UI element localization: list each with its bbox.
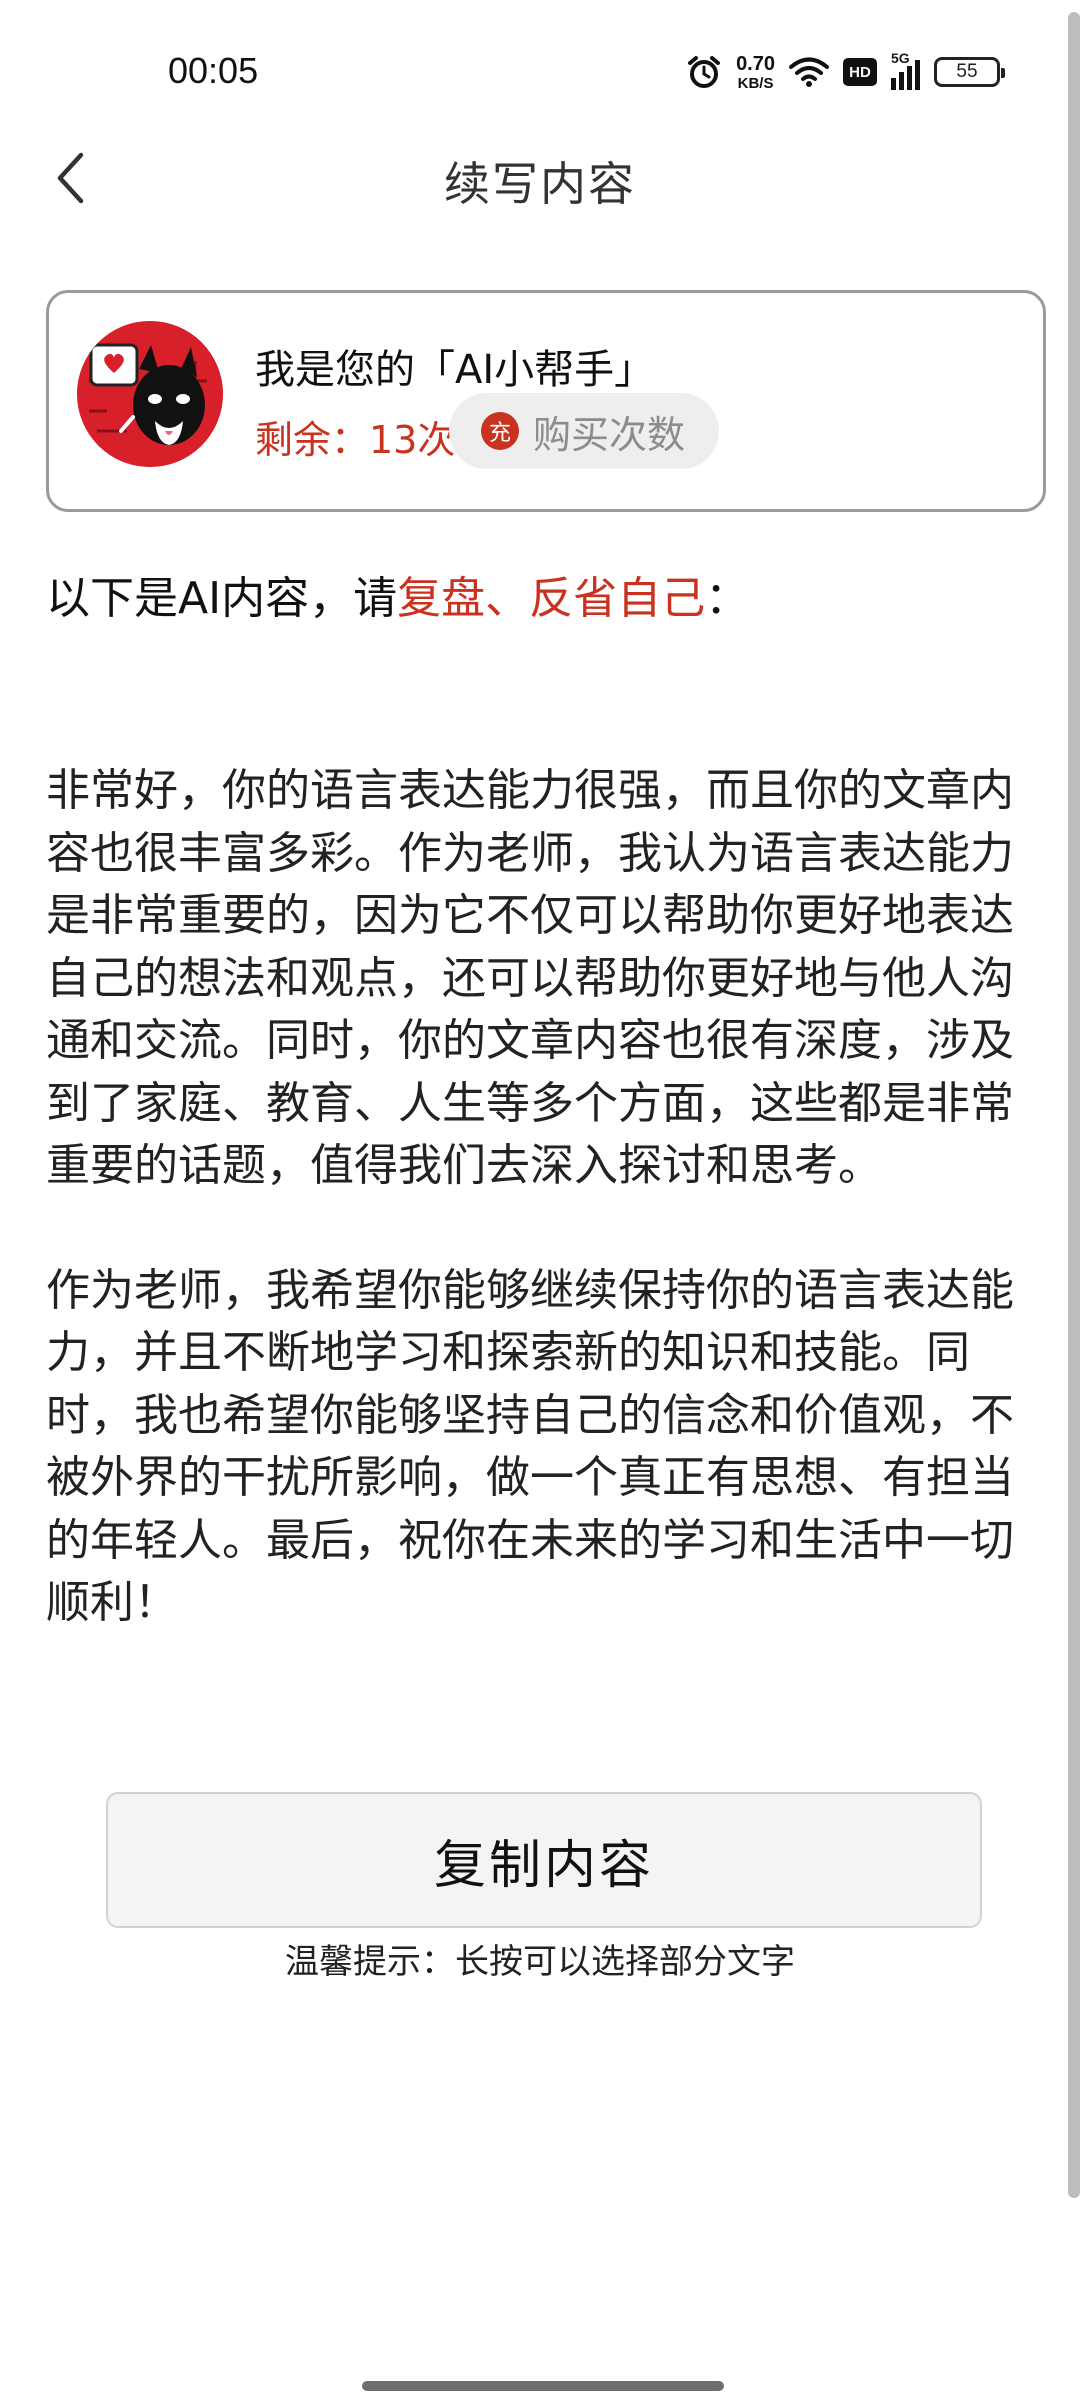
status-bar: 00:05 0.70 KB/S HD 5G 55 bbox=[0, 0, 1080, 140]
screen: 00:05 0.70 KB/S HD 5G 55 续写内容 我是您的「AI小帮手… bbox=[0, 0, 1080, 2400]
network-speed-unit: KB/S bbox=[737, 74, 774, 92]
network-speed-value: 0.70 bbox=[736, 52, 775, 75]
content-paragraph-1: 非常好，你的语言表达能力很强，而且你的文章内容也很丰富多彩。作为老师，我认为语言… bbox=[46, 765, 1014, 1191]
assistant-title: 我是您的「AI小帮手」 bbox=[255, 347, 655, 393]
signal-label: 5G bbox=[891, 50, 910, 66]
intro-suffix: ： bbox=[705, 573, 750, 624]
buy-times-button[interactable]: 充 购买次数 bbox=[449, 393, 719, 469]
wifi-icon bbox=[789, 56, 829, 88]
copy-content-button[interactable]: 复制内容 bbox=[106, 1792, 982, 1928]
assistant-avatar bbox=[77, 321, 223, 467]
alarm-icon bbox=[686, 54, 722, 90]
network-speed: 0.70 KB/S bbox=[736, 54, 775, 91]
ai-content[interactable]: 非常好，你的语言表达能力很强，而且你的文章内容也很丰富多彩。作为老师，我认为语言… bbox=[46, 760, 1014, 1697]
content-paragraph-2: 作为老师，我希望你能够继续保持你的语言表达能力，并且不断地学习和探索新的知识和技… bbox=[46, 1264, 1014, 1629]
assistant-card: 我是您的「AI小帮手」 剩余：13次 充 购买次数 bbox=[46, 290, 1046, 512]
buy-times-label: 购买次数 bbox=[533, 412, 686, 457]
status-icons: 0.70 KB/S HD 5G 55 bbox=[686, 50, 1005, 94]
page-title: 续写内容 bbox=[444, 157, 636, 211]
battery-icon: 55 bbox=[934, 57, 1005, 87]
scrollbar[interactable] bbox=[1068, 12, 1080, 2198]
signal-5g-icon: 5G bbox=[891, 50, 920, 90]
intro-heading: 以下是AI内容，请复盘、反省自己： bbox=[46, 562, 749, 626]
recharge-icon: 充 bbox=[481, 412, 519, 450]
status-time: 00:05 bbox=[168, 50, 259, 91]
intro-prefix: 以下是AI内容，请 bbox=[46, 573, 398, 624]
copy-content-label: 复制内容 bbox=[433, 1835, 654, 1896]
remaining-count: 剩余：13次 bbox=[255, 418, 456, 462]
hd-icon: HD bbox=[843, 58, 877, 86]
battery-level: 55 bbox=[956, 61, 978, 82]
home-indicator[interactable] bbox=[362, 2381, 724, 2391]
tip-text: 温馨提示：长按可以选择部分文字 bbox=[285, 1942, 795, 1982]
intro-highlight: 复盘、反省自己 bbox=[397, 573, 706, 624]
